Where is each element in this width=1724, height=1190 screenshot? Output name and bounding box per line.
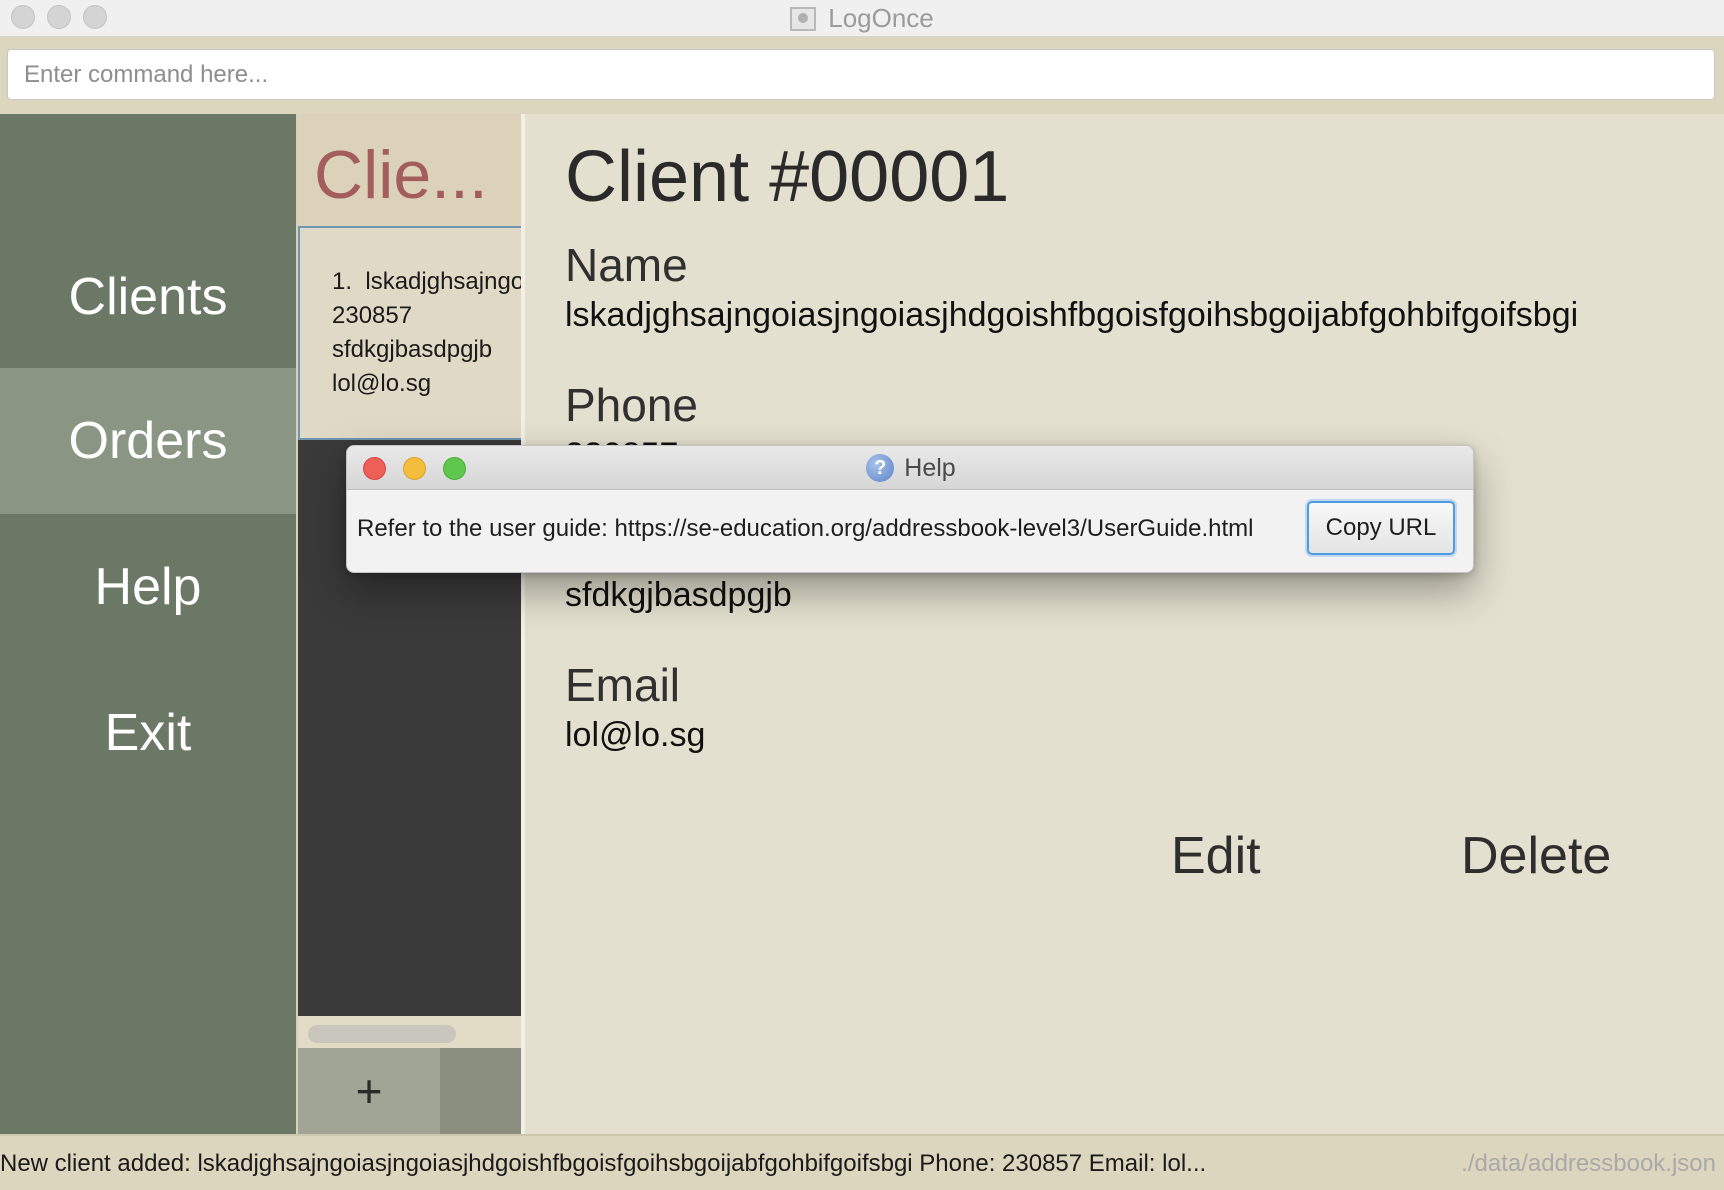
status-file-path: ./data/addressbook.json [1461,1150,1716,1177]
status-message: New client added: lskadjghsajngoiasjngoi… [0,1150,1207,1177]
name-value: lskadjghsajngoiasjngoiasjhdgoishfbgoisfg… [565,296,1579,334]
name-label: Name [565,239,688,291]
command-bar [0,37,1724,114]
dialog-maximize-button[interactable] [443,457,466,480]
client-detail-title: Client #00001 [565,137,1010,217]
client-detail-panel: Client #00001 Name lskadjghsajngoiasjngo… [521,114,1724,1134]
client-list-panel: Clie... 1. lskadjghsajngoiasjngoiasjhdgo… [296,114,521,1134]
help-dialog-titlebar: ? Help [347,446,1473,490]
status-bar: New client added: lskadjghsajngoiasjngoi… [0,1134,1724,1190]
list-footer-filler [440,1048,521,1134]
add-client-button[interactable]: + [298,1048,440,1134]
help-dialog-message: Refer to the user guide: https://se-educ… [357,515,1254,542]
address-value: sfdkgjbasdpgjb [565,576,792,614]
window-minimize-button[interactable] [47,5,71,29]
sidebar-item-label: Help [94,558,202,616]
phone-label: Phone [565,379,699,431]
sidebar-item-label: Exit [104,704,192,762]
help-dialog: ? Help Refer to the user guide: https://… [346,445,1474,573]
list-item-email: lol@lo.sg [332,370,432,397]
horizontal-scrollbar[interactable] [298,1016,521,1048]
sidebar-item-clients[interactable]: Clients [0,224,296,370]
list-item-phone: 230857 [332,302,413,329]
help-dialog-body: Refer to the user guide: https://se-educ… [347,490,1473,572]
help-dialog-title: Help [904,453,956,482]
email-label: Email [565,659,681,711]
list-item[interactable]: 1. lskadjghsajngoiasjngoiasjhdgoishfbgoi… [298,226,521,440]
window-maximize-button[interactable] [83,5,107,29]
edit-button[interactable]: Edit [1171,826,1261,886]
sidebar-item-label: Clients [68,268,228,326]
sidebar-item-orders[interactable]: Orders [0,368,296,514]
question-mark-icon: ? [866,454,895,482]
window-close-button[interactable] [11,5,35,29]
window-titlebar: LogOnce [0,0,1724,37]
sidebar: Clients Orders Help Exit [0,114,296,1134]
client-list-header: Clie... [298,114,521,226]
dialog-close-button[interactable] [363,457,386,480]
delete-button[interactable]: Delete [1461,826,1611,886]
sidebar-item-exit[interactable]: Exit [0,660,296,806]
copy-url-button[interactable]: Copy URL [1307,501,1455,555]
scrollbar-thumb[interactable] [308,1025,456,1043]
list-item-address: sfdkgjbasdpgjb [332,336,493,363]
sidebar-item-label: Orders [68,412,228,470]
email-value: lol@lo.sg [565,716,706,754]
sidebar-item-help[interactable]: Help [0,514,296,660]
dialog-minimize-button[interactable] [403,457,426,480]
window-title: LogOnce [828,3,934,33]
list-item-index: 1. lskadjghsajngoiasjngoiasjhdgoishfbgoi… [332,268,521,295]
app-window-icon [790,6,817,31]
client-list-title: Clie... [314,137,488,213]
command-input[interactable] [7,49,1715,100]
